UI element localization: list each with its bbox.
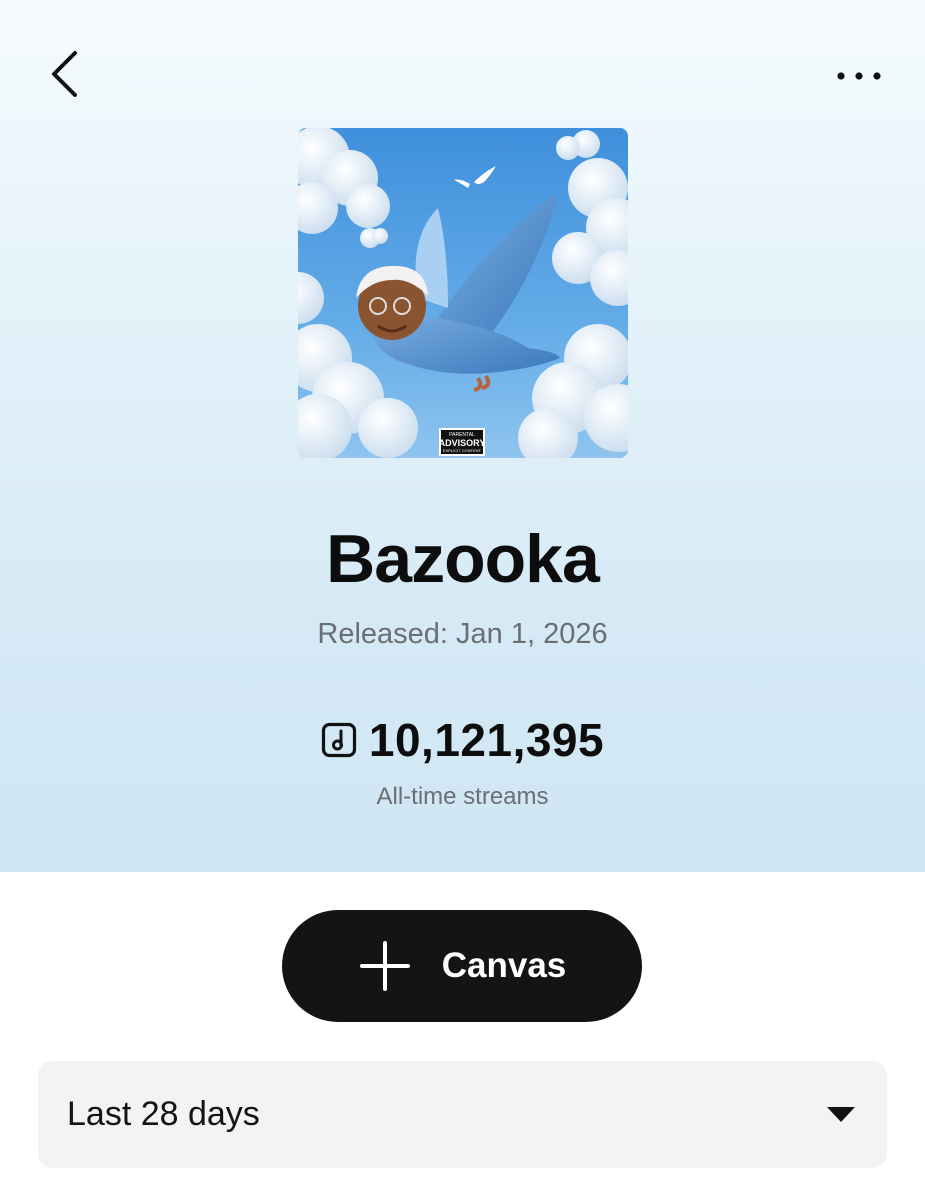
advisory-line2: ADVISORY <box>439 438 486 448</box>
release-date: Released: Jan 1, 2026 <box>317 618 608 650</box>
date-range-dropdown[interactable]: Last 28 days <box>38 1061 887 1168</box>
streams-label: All-time streams <box>376 783 549 810</box>
advisory-line3: EXPLICIT CONTENT <box>443 448 482 453</box>
more-horizontal-icon <box>837 72 881 80</box>
streams-stat: 10,121,395 <box>0 713 925 767</box>
caret-down-icon <box>827 1106 855 1122</box>
album-cover-image: PARENTAL ADVISORY EXPLICIT CONTENT <box>298 128 628 458</box>
plus-icon <box>359 941 410 991</box>
add-canvas-button[interactable]: Canvas <box>282 910 642 1022</box>
more-options-button[interactable] <box>826 52 892 100</box>
song-title: Bazooka <box>326 521 600 597</box>
back-button[interactable] <box>36 44 92 104</box>
streams-count: 10,121,395 <box>368 714 605 766</box>
canvas-button-label: Canvas <box>441 946 567 985</box>
date-range-value: Last 28 days <box>67 1095 260 1133</box>
music-note-square-icon <box>321 722 356 758</box>
chevron-left-icon <box>52 51 77 97</box>
